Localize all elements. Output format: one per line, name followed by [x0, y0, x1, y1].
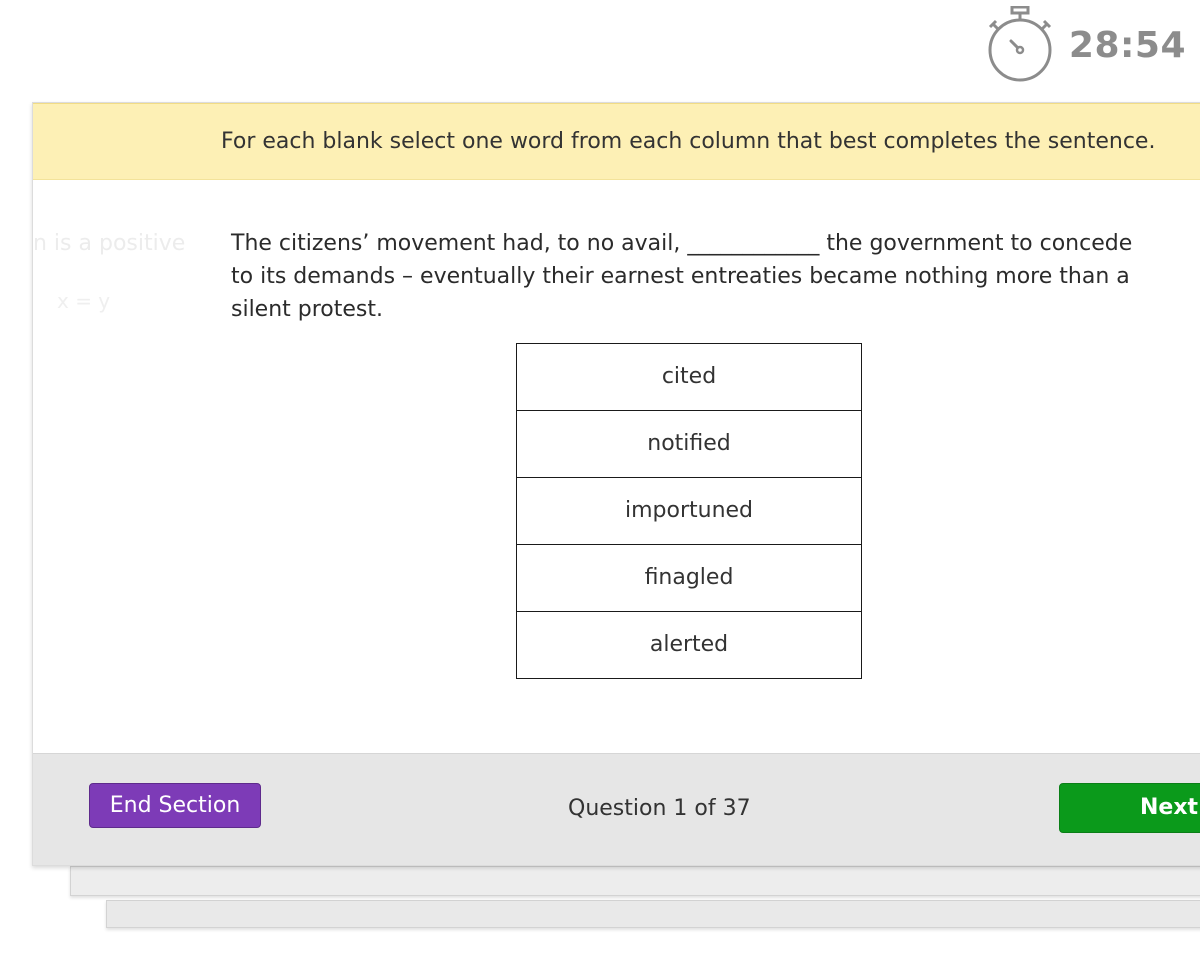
answer-choice[interactable]: importuned	[517, 477, 861, 544]
test-page: 28:54 For each blank select one word fro…	[0, 0, 1200, 960]
background-question-text: n is a positive	[33, 231, 186, 256]
answer-choice[interactable]: notified	[517, 410, 861, 477]
time-remaining: 28:54	[1068, 24, 1186, 66]
end-section-button[interactable]: End Section	[89, 783, 261, 828]
footer-bar: End Section Question 1 of 37 Next	[33, 753, 1200, 865]
timer: 28:54	[985, 6, 1186, 84]
next-button[interactable]: Next	[1059, 783, 1200, 833]
stopwatch-icon	[988, 6, 1052, 82]
answer-choice[interactable]: finagled	[517, 544, 861, 611]
question-card: For each blank select one word from each…	[32, 102, 1200, 866]
answer-choice[interactable]: cited	[517, 344, 861, 410]
question-counter: Question 1 of 37	[568, 796, 751, 821]
instruction-text: For each blank select one word from each…	[221, 129, 1156, 154]
instruction-banner: For each blank select one word from each…	[33, 103, 1200, 180]
answer-choices-column: cited notified importuned finagled alert…	[516, 343, 862, 679]
stacked-card-middle	[70, 866, 1200, 896]
answer-choice[interactable]: alerted	[517, 611, 861, 678]
question-sentence: The citizens’ movement had, to no avail,…	[231, 231, 1133, 322]
background-question-expression: x = y	[57, 289, 111, 313]
stacked-card-back	[106, 900, 1200, 928]
